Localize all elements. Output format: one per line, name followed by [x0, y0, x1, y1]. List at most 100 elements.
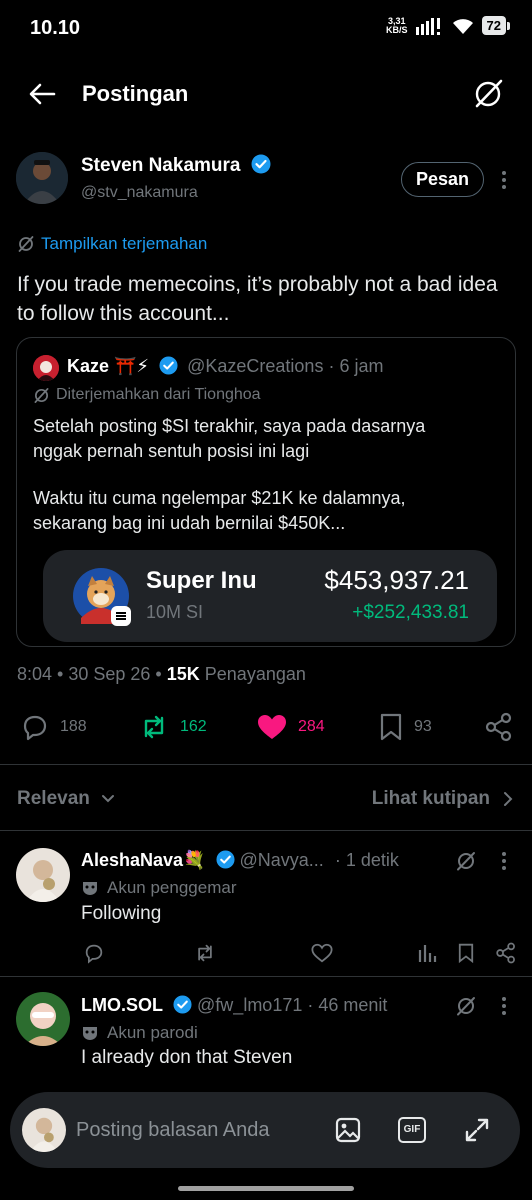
reply-header: AleshaNava💐 @Navya... · 1 detik — [81, 850, 399, 871]
more-vertical-icon — [502, 171, 506, 189]
quote-author-handle: @KazeCreations — [187, 356, 324, 376]
reply-composer[interactable]: Posting balasan Anda GIF — [10, 1092, 520, 1168]
translate-row[interactable]: Tampilkan terjemahan — [17, 234, 207, 254]
super-inu-logo-icon — [73, 568, 131, 626]
quote-text: Setelah posting $SI terakhir, saya pada … — [33, 414, 503, 536]
grok-button[interactable] — [470, 76, 506, 112]
quote-header: Kaze ⛩️⚡ @KazeCreations · 6 jam — [67, 356, 383, 377]
show-translation-link[interactable]: Tampilkan terjemahan — [41, 234, 207, 254]
reply-author-handle[interactable]: @fw_lmo171 — [197, 995, 302, 1015]
lmo-avatar-art — [16, 992, 70, 1046]
repost-action[interactable]: 162 — [138, 712, 207, 742]
token-logo — [73, 568, 131, 626]
view-quotes-link[interactable]: Lihat kutipan — [372, 788, 514, 810]
quote-text-line: Setelah posting $SI terakhir, saya pada … — [33, 416, 426, 436]
sort-label: Relevan — [17, 788, 90, 809]
quote-translated-row: Diterjemahkan dari Tionghoa — [33, 386, 261, 404]
bookmark-icon[interactable] — [457, 942, 475, 964]
grok-reply-button[interactable] — [455, 995, 477, 1017]
reply-input[interactable]: Posting balasan Anda — [76, 1119, 270, 1142]
post-timestamp: 8:04 • 30 Sep 26 • — [17, 664, 162, 684]
sort-dropdown[interactable]: Relevan — [17, 788, 116, 810]
author-avatar[interactable] — [16, 152, 68, 204]
reply-avatar[interactable] — [16, 848, 70, 902]
network-speed: 3,31 KB/S — [386, 16, 408, 35]
reply-time: · 46 menit — [307, 995, 388, 1015]
reply-author-handle[interactable]: @Navya... — [240, 850, 324, 870]
repost-icon — [144, 715, 164, 739]
token-value: $453,937.21 — [324, 565, 469, 595]
reply-count: 188 — [60, 718, 87, 735]
back-button[interactable] — [26, 78, 58, 110]
verified-badge-icon — [215, 850, 235, 869]
quote-text-line: nggak pernah sentuh posisi ini lagi — [33, 441, 310, 461]
chevron-down-icon — [101, 795, 114, 803]
status-bar: 10.10 3,31 KB/S 72 — [0, 0, 532, 56]
signal-icon — [415, 17, 440, 35]
reply-action[interactable]: 188 — [20, 712, 87, 742]
verified-badge-icon — [173, 995, 192, 1014]
account-badge-label: Akun penggemar — [107, 878, 237, 897]
reply-more-button[interactable] — [496, 995, 512, 1017]
message-button[interactable]: Pesan — [401, 162, 485, 197]
grok-reply-button[interactable] — [455, 850, 477, 872]
divider — [0, 830, 532, 831]
share-button[interactable] — [484, 712, 514, 742]
divider — [0, 764, 532, 765]
post-meta: 8:04 • 30 Sep 26 • 15K Penayangan — [17, 664, 306, 685]
battery-indicator: 72 — [481, 16, 511, 35]
grok-small-icon — [18, 236, 34, 252]
token-name: Super Inu — [146, 567, 257, 594]
speed-unit: KB/S — [386, 24, 408, 35]
bookmark-action[interactable]: 93 — [378, 712, 432, 742]
quote-verified-badge-icon — [159, 356, 178, 375]
post-text: If you trade memecoins, it’s probably no… — [17, 273, 498, 325]
reply-time: · 1 detik — [334, 850, 399, 870]
more-options-button[interactable] — [494, 168, 514, 192]
grok-icon — [457, 997, 475, 1016]
chevron-right-icon — [504, 792, 513, 806]
account-badge: Akun penggemar — [81, 878, 236, 898]
gif-button[interactable]: GIF — [398, 1117, 426, 1143]
views-count: 15K — [166, 664, 200, 684]
views-chart-icon[interactable] — [417, 942, 437, 964]
wifi-icon — [452, 18, 473, 34]
token-card[interactable]: Super Inu 10M SI $453,937.21 +$252,433.8… — [43, 550, 497, 642]
author-name-row[interactable]: Steven Nakamura — [81, 154, 271, 177]
reply-actions — [81, 940, 517, 966]
quoted-post[interactable]: Kaze ⛩️⚡ @KazeCreations · 6 jam Diterjem… — [16, 337, 516, 647]
account-badge-label: Akun parodi — [107, 1023, 198, 1042]
author-handle[interactable]: @stv_nakamura — [81, 184, 198, 202]
quote-translated-label: Diterjemahkan dari Tionghoa — [56, 386, 261, 403]
expand-icon[interactable] — [463, 1116, 491, 1144]
share-icon[interactable] — [495, 942, 517, 964]
author-name[interactable]: Steven Nakamura — [81, 155, 240, 176]
verified-badge-icon — [251, 154, 271, 174]
token-change: +$252,433.81 — [352, 602, 469, 623]
top-app-bar: Postingan — [0, 66, 532, 122]
reply-icon[interactable] — [83, 942, 105, 964]
heart-filled-icon — [258, 715, 286, 739]
reply-author-name[interactable]: LMO.SOL — [81, 995, 163, 1015]
kaze-avatar-art — [33, 355, 59, 381]
heart-icon[interactable] — [311, 942, 333, 964]
token-amount: 10M SI — [146, 602, 204, 622]
status-icons: 3,31 KB/S 72 — [386, 16, 511, 35]
like-action[interactable]: 284 — [256, 712, 325, 742]
repost-icon[interactable] — [193, 942, 217, 964]
mask-icon — [83, 882, 97, 895]
alesha-avatar-art — [16, 848, 70, 902]
reply-avatar[interactable] — [16, 992, 70, 1046]
grok-translate-icon — [34, 387, 49, 403]
share-icon — [485, 712, 512, 742]
reply-more-button[interactable] — [496, 850, 512, 872]
repost-count: 162 — [180, 718, 207, 735]
home-indicator[interactable] — [178, 1186, 354, 1191]
quote-text-line: sekarang bag ini udah bernilai $450K... — [33, 513, 346, 533]
back-arrow-icon — [29, 83, 56, 105]
composer-avatar — [22, 1108, 66, 1152]
image-icon[interactable] — [334, 1116, 362, 1144]
reply-author-name[interactable]: AleshaNava💐 — [81, 850, 205, 870]
quote-author-avatar — [33, 355, 59, 381]
like-count: 284 — [298, 718, 325, 735]
